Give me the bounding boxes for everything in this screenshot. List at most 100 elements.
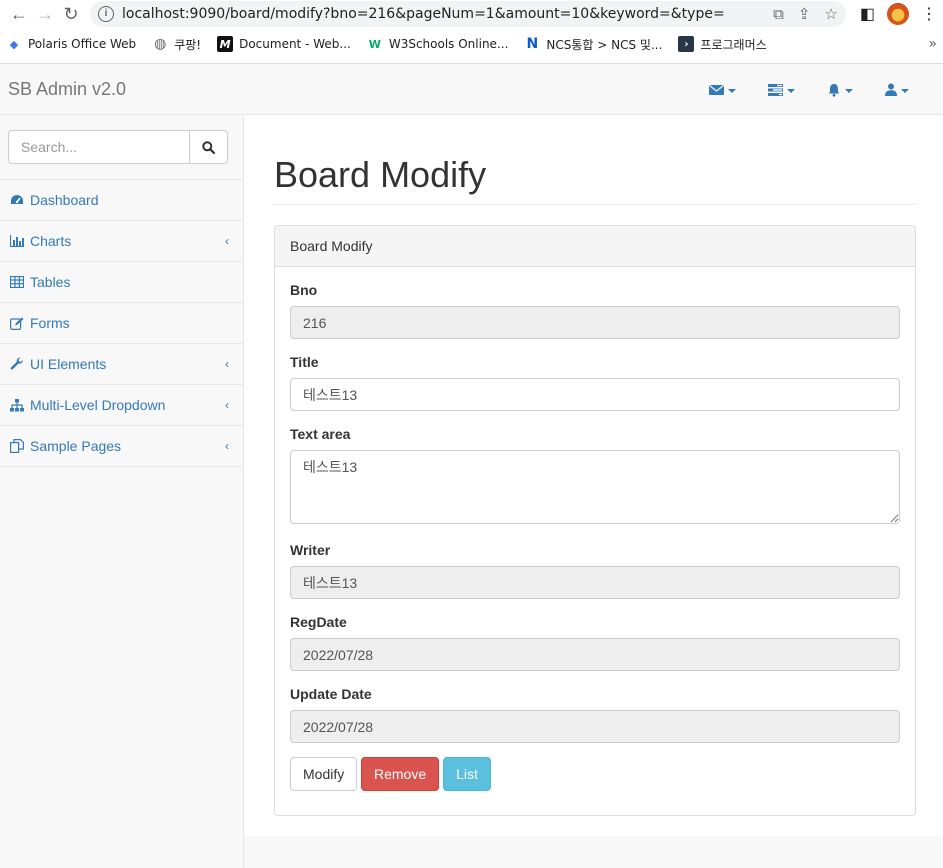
sidebar-item-tables[interactable]: Tables	[0, 262, 243, 303]
writer-field[interactable]	[290, 566, 900, 599]
envelope-icon	[709, 84, 724, 95]
chevron-left-icon: ‹	[225, 357, 229, 371]
content-textarea[interactable]: 테스트13	[290, 450, 900, 524]
page-wrapper: Board Modify Board Modify Bno Title Text…	[244, 115, 943, 836]
bookmark-coupang[interactable]: ◍ 쿠팡!	[152, 36, 201, 53]
regdate-group: RegDate	[290, 614, 900, 671]
search-button[interactable]	[190, 130, 228, 164]
bookmark-w3schools[interactable]: W W3Schools Online...	[367, 36, 509, 52]
caret-down-icon	[728, 88, 736, 93]
address-row: ← → ↻ i localhost:9090/board/modify?bno=…	[0, 0, 943, 28]
m-icon: M	[217, 36, 234, 52]
star-icon[interactable]: ☆	[824, 5, 837, 23]
caret-down-icon	[901, 88, 909, 93]
search-input[interactable]	[8, 130, 190, 164]
w3-icon: W	[368, 37, 381, 51]
tasks-icon	[768, 83, 783, 96]
sidebar-item-ui-elements[interactable]: UI Elements ‹	[0, 344, 243, 385]
sidebar-item-label: Charts	[30, 233, 72, 249]
bookmark-label: 프로그래머스	[700, 37, 767, 52]
content-label: Text area	[290, 426, 351, 442]
bookmark-label: NCS통합 > NCS 및...	[546, 37, 663, 52]
sidebar-item-dashboard[interactable]: Dashboard	[0, 180, 243, 221]
alerts-dropdown[interactable]	[811, 83, 869, 97]
table-icon	[10, 275, 24, 289]
menu-icon[interactable]: ⋮	[921, 4, 937, 24]
updatedate-field[interactable]	[290, 710, 900, 743]
ncs-icon: N	[526, 36, 539, 52]
browser-chrome: ← → ↻ i localhost:9090/board/modify?bno=…	[0, 0, 943, 64]
sidebar-item-label: Sample Pages	[30, 438, 122, 454]
back-icon[interactable]: ←	[6, 1, 32, 27]
title-group: Title	[290, 354, 900, 411]
address-bar[interactable]: i localhost:9090/board/modify?bno=216&pa…	[90, 1, 846, 27]
translate-icon[interactable]: ⧉	[773, 6, 784, 23]
chevron-left-icon: ‹	[225, 439, 229, 453]
sidebar-search	[0, 115, 243, 180]
chevron-left-icon: ‹	[225, 398, 229, 412]
sidebar-item-sample-pages[interactable]: Sample Pages ‹	[0, 426, 243, 467]
sidebar-item-multi-level-dropdown[interactable]: Multi-Level Dropdown ‹	[0, 385, 243, 426]
top-navbar: SB Admin v2.0	[0, 65, 943, 115]
page-title: Board Modify	[274, 154, 487, 195]
polaris-icon: ◆	[9, 37, 19, 51]
sidebar: Dashboard Charts ‹ Tables Forms UI Eleme…	[0, 115, 244, 868]
title-field[interactable]	[290, 378, 900, 411]
forward-icon[interactable]: →	[32, 1, 58, 27]
title-label: Title	[290, 354, 319, 370]
brand[interactable]: SB Admin v2.0	[0, 79, 126, 100]
extension-icon[interactable]	[887, 3, 909, 25]
bookmarks-more-icon[interactable]: »	[928, 36, 937, 52]
files-icon	[10, 439, 24, 453]
messages-dropdown[interactable]	[693, 83, 752, 97]
caret-down-icon	[845, 88, 853, 93]
sidebar-item-label: Multi-Level Dropdown	[30, 397, 166, 413]
bookmark-label: W3Schools Online...	[388, 37, 509, 51]
form-actions: Modify Remove List	[290, 757, 900, 791]
url-text[interactable]: localhost:9090/board/modify?bno=216&page…	[122, 6, 773, 22]
globe-icon: ◍	[154, 36, 167, 52]
bookmark-ncs[interactable]: N NCS통합 > NCS 및...	[524, 36, 663, 53]
bar-chart-icon	[10, 234, 24, 248]
content-group: Text area 테스트13	[290, 426, 900, 527]
bno-field[interactable]	[290, 306, 900, 339]
bno-label: Bno	[290, 282, 318, 298]
chevron-left-icon: ‹	[225, 234, 229, 248]
writer-label: Writer	[290, 542, 331, 558]
panel-heading: Board Modify	[275, 226, 915, 267]
bookmark-programmers[interactable]: › 프로그래머스	[678, 36, 767, 53]
search-icon	[202, 140, 215, 154]
remove-button[interactable]: Remove	[361, 757, 439, 791]
bell-icon	[828, 83, 840, 97]
wrench-icon	[10, 357, 24, 371]
list-button[interactable]: List	[443, 757, 491, 791]
share-icon[interactable]: ⇪	[798, 5, 811, 23]
edit-icon	[10, 316, 24, 330]
reload-icon[interactable]: ↻	[58, 1, 84, 27]
sidebar-item-charts[interactable]: Charts ‹	[0, 221, 243, 262]
programmers-icon: ›	[678, 36, 695, 52]
site-info-icon[interactable]: i	[98, 6, 114, 22]
caret-down-icon	[787, 88, 795, 93]
regdate-field[interactable]	[290, 638, 900, 671]
bookmark-document[interactable]: M Document - Web...	[217, 36, 351, 52]
modify-button[interactable]: Modify	[290, 757, 357, 791]
bookmark-label: Polaris Office Web	[28, 37, 137, 51]
bookmarks-bar: ◆ Polaris Office Web ◍ 쿠팡! M Document - …	[0, 28, 943, 60]
search-group	[8, 130, 228, 164]
tasks-dropdown[interactable]	[752, 83, 811, 97]
bookmark-label: 쿠팡!	[174, 37, 202, 52]
regdate-label: RegDate	[290, 614, 347, 630]
sidebar-item-forms[interactable]: Forms	[0, 303, 243, 344]
updatedate-label: Update Date	[290, 686, 372, 702]
modify-form: Bno Title Text area 테스트13 Writer RegDate	[290, 282, 900, 791]
sidebar-item-label: UI Elements	[30, 356, 107, 372]
updatedate-group: Update Date	[290, 686, 900, 743]
user-dropdown[interactable]	[869, 83, 925, 97]
sitemap-icon	[10, 398, 24, 412]
navbar-dropdowns	[693, 83, 943, 97]
board-modify-panel: Board Modify Bno Title Text area 테스트13 W…	[274, 225, 916, 816]
dashboard-icon	[10, 193, 24, 207]
bookmark-polaris[interactable]: ◆ Polaris Office Web	[6, 36, 136, 52]
side-panel-icon[interactable]: ◧	[860, 4, 875, 24]
